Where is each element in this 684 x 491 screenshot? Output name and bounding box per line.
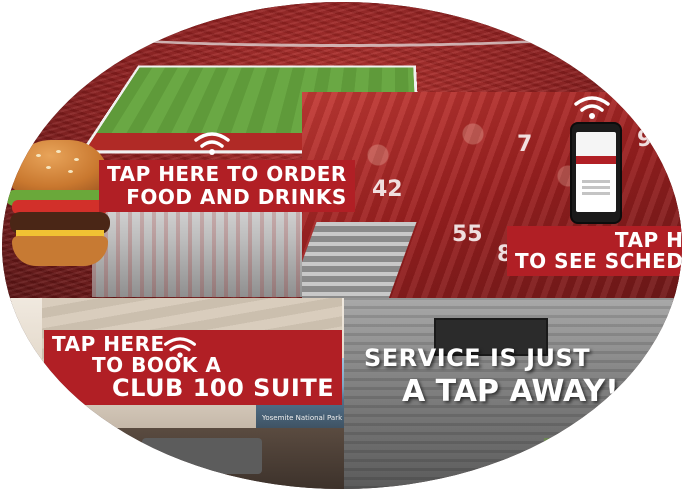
concourse-photo — [92, 197, 302, 297]
suite-label-line2: TO BOOK A — [92, 353, 222, 377]
jersey-number: 97 — [637, 127, 668, 152]
schedule-label-line2: TO SEE SCHEDULE — [515, 249, 682, 273]
burger-bun-bottom — [12, 236, 108, 266]
jersey-number: 42 — [372, 177, 403, 202]
burger-bun-top — [10, 140, 110, 192]
jersey-number: 55 — [452, 222, 483, 247]
wifi-icon — [162, 335, 198, 359]
order-label-line2: FOOD AND DRINKS — [126, 185, 347, 209]
order-label-line1: TAP HERE TO ORDER — [107, 162, 347, 186]
tagline-line2: A TAP AWAY! — [402, 374, 619, 409]
tagline: SERVICE IS JUST A TAP AWAY! — [364, 344, 619, 409]
promo-disc: 7 42 55 88 97 Yosemite National Park — [2, 2, 682, 489]
stadium-roof-edge — [22, 4, 662, 47]
see-schedule-button[interactable]: TAP HERE TO SEE SCHEDULE — [507, 226, 682, 276]
burger-icon — [6, 140, 114, 270]
smartphone-icon — [570, 122, 622, 224]
interior-field — [544, 438, 682, 489]
mural-caption: Yosemite National Park — [262, 414, 343, 422]
order-food-button[interactable]: TAP HERE TO ORDER FOOD AND DRINKS — [99, 160, 355, 212]
tagline-line1: SERVICE IS JUST — [364, 344, 591, 372]
jersey-number: 7 — [517, 132, 533, 157]
suite-label-line3: CLUB 100 SUITE — [112, 374, 335, 402]
wifi-icon — [192, 130, 232, 156]
schedule-label-line1: TAP HERE — [614, 228, 682, 252]
phone-screen — [576, 132, 616, 212]
wifi-icon — [572, 94, 612, 120]
suite-chair — [72, 448, 132, 478]
suite-couch — [142, 438, 262, 474]
